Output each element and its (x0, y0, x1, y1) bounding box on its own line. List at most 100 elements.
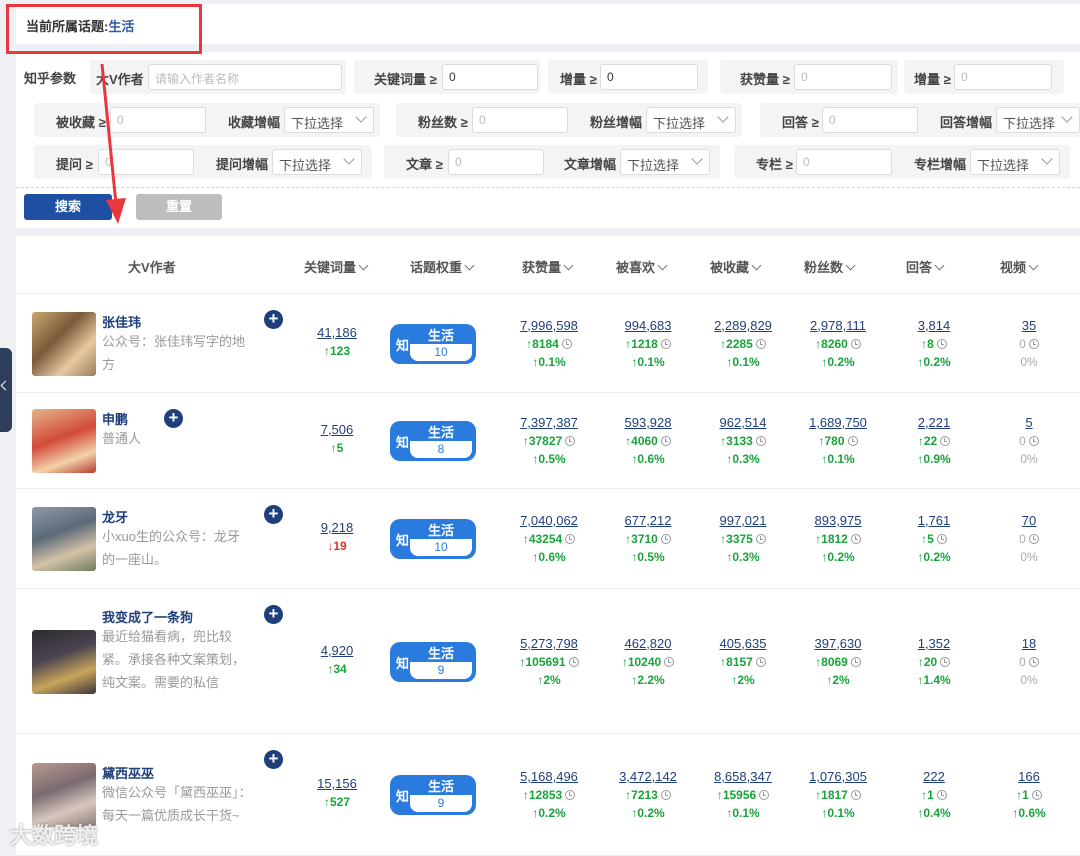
clock-icon[interactable] (1031, 790, 1042, 800)
author-input[interactable]: 请输入作者名称 (148, 64, 342, 90)
clock-icon[interactable] (664, 656, 675, 667)
likes-value[interactable]: 7,397,387 (505, 414, 593, 432)
collected-value[interactable]: 8,658,347 (699, 768, 787, 786)
keyword-input[interactable]: 0 (442, 64, 538, 90)
clock-icon[interactable] (561, 338, 572, 349)
collapse-sidebar-tab[interactable] (0, 348, 12, 432)
keyword-count[interactable]: 4,920 (306, 642, 368, 660)
header-videos[interactable]: 视频 (1000, 257, 1039, 276)
liked-value[interactable]: 677,212 (604, 512, 692, 530)
reset-button[interactable]: 重置 (136, 194, 222, 220)
liked-value[interactable]: 994,683 (604, 317, 692, 335)
clock-icon[interactable] (755, 656, 766, 667)
author-name[interactable]: 我变成了一条狗 (102, 607, 193, 626)
header-collected[interactable]: 被收藏 (710, 257, 762, 276)
avatar[interactable] (32, 409, 96, 473)
clock-icon[interactable] (565, 534, 576, 544)
header-topic-weight[interactable]: 话题权重 (410, 257, 475, 276)
clock-icon[interactable] (660, 436, 671, 446)
author-name[interactable]: 龙牙 (102, 507, 128, 526)
videos-value[interactable]: 35 (985, 317, 1073, 335)
avatar[interactable] (32, 311, 96, 376)
clock-icon[interactable] (940, 436, 951, 446)
keyword-count[interactable]: 7,506 (306, 421, 368, 439)
clock-icon[interactable] (936, 534, 947, 544)
liked-value[interactable]: 462,820 (604, 635, 692, 653)
answers-value[interactable]: 2,221 (890, 414, 978, 432)
clock-icon[interactable] (660, 534, 671, 544)
clock-icon[interactable] (660, 790, 671, 800)
likes-value[interactable]: 5,273,798 (505, 635, 593, 653)
header-fans[interactable]: 粉丝数 (804, 257, 856, 276)
search-button[interactable]: 搜索 (24, 194, 112, 220)
clock-icon[interactable] (568, 656, 579, 667)
videos-value[interactable]: 18 (985, 635, 1073, 653)
fans-input[interactable]: 0 (472, 107, 568, 133)
likes-increment-input[interactable]: 0 (954, 64, 1052, 90)
avatar[interactable] (32, 629, 96, 694)
clock-icon[interactable] (1028, 338, 1039, 349)
answers-growth-select[interactable]: 下拉选择 (996, 107, 1080, 133)
add-author-plus-icon[interactable]: + (164, 409, 183, 428)
keyword-count[interactable]: 41,186 (306, 324, 368, 342)
columns-input[interactable]: 0 (796, 149, 892, 175)
videos-value[interactable]: 5 (985, 414, 1073, 432)
author-name[interactable]: 张佳玮 (102, 312, 141, 331)
keyword-count[interactable]: 9,218 (306, 519, 368, 537)
author-name[interactable]: 黛西巫巫 (102, 763, 154, 782)
fans-value[interactable]: 2,978,111 (794, 317, 882, 335)
clock-icon[interactable] (850, 534, 861, 544)
answers-value[interactable]: 1,352 (890, 635, 978, 653)
header-author[interactable]: 大V作者 (128, 257, 176, 276)
header-answers[interactable]: 回答 (906, 257, 945, 276)
fans-growth-select[interactable]: 下拉选择 (646, 107, 736, 133)
articles-input[interactable]: 0 (448, 149, 544, 175)
answers-value[interactable]: 222 (890, 768, 978, 786)
fans-value[interactable]: 1,689,750 (794, 414, 882, 432)
collected-value[interactable]: 405,635 (699, 635, 787, 653)
clock-icon[interactable] (850, 656, 861, 667)
add-author-plus-icon[interactable]: + (264, 310, 283, 329)
header-likes[interactable]: 获赞量 (522, 257, 574, 276)
header-keyword[interactable]: 关键词量 (304, 257, 369, 276)
clock-icon[interactable] (755, 534, 766, 544)
add-author-plus-icon[interactable]: + (264, 750, 283, 769)
clock-icon[interactable] (565, 790, 576, 800)
header-liked[interactable]: 被喜欢 (616, 257, 668, 276)
likes-input[interactable]: 0 (794, 64, 892, 90)
keyword-increment-input[interactable]: 0 (600, 64, 698, 90)
clock-icon[interactable] (565, 436, 576, 446)
likes-value[interactable]: 7,996,598 (505, 317, 593, 335)
liked-value[interactable]: 3,472,142 (604, 768, 692, 786)
clock-icon[interactable] (660, 338, 671, 349)
collected-value[interactable]: 962,514 (699, 414, 787, 432)
questions-input[interactable]: 0 (98, 149, 194, 175)
videos-value[interactable]: 70 (985, 512, 1073, 530)
columns-growth-select[interactable]: 下拉选择 (970, 149, 1060, 175)
fans-value[interactable]: 1,076,305 (794, 768, 882, 786)
likes-value[interactable]: 7,040,062 (505, 512, 593, 530)
collected-value[interactable]: 997,021 (699, 512, 787, 530)
clock-icon[interactable] (755, 338, 766, 349)
questions-growth-select[interactable]: 下拉选择 (272, 149, 362, 175)
keyword-count[interactable]: 15,156 (306, 775, 368, 793)
clock-icon[interactable] (1028, 534, 1039, 544)
articles-growth-select[interactable]: 下拉选择 (620, 149, 710, 175)
clock-icon[interactable] (850, 790, 861, 800)
answers-value[interactable]: 3,814 (890, 317, 978, 335)
add-author-plus-icon[interactable]: + (264, 605, 283, 624)
clock-icon[interactable] (936, 790, 947, 800)
clock-icon[interactable] (755, 436, 766, 446)
answers-input[interactable]: 0 (822, 107, 918, 133)
add-author-plus-icon[interactable]: + (264, 505, 283, 524)
clock-icon[interactable] (759, 790, 770, 800)
answers-value[interactable]: 1,761 (890, 512, 978, 530)
fans-value[interactable]: 893,975 (794, 512, 882, 530)
likes-value[interactable]: 5,168,496 (505, 768, 593, 786)
clock-icon[interactable] (1028, 436, 1039, 446)
clock-icon[interactable] (1028, 656, 1039, 667)
fans-value[interactable]: 397,630 (794, 635, 882, 653)
clock-icon[interactable] (847, 436, 858, 446)
collected-value[interactable]: 2,289,829 (699, 317, 787, 335)
avatar[interactable] (32, 507, 96, 571)
